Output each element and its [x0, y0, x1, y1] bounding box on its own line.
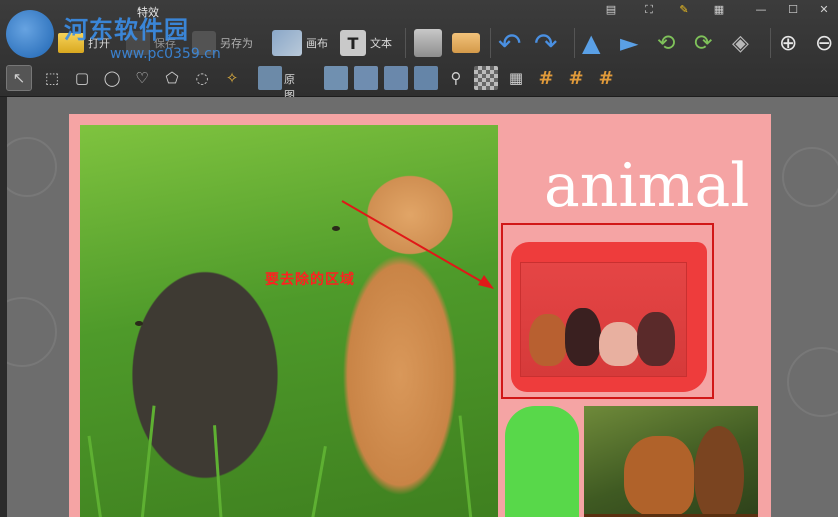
close-button[interactable]: ✕ — [815, 2, 833, 18]
zoom-out-icon: ⊖ — [815, 30, 834, 56]
redo-button[interactable]: ↷ — [534, 26, 557, 60]
main-toolbar: 特效 ▤ ⛶ ✎ ▦ — ☐ ✕ 打开 保存 另存为 画布 T 文本 ↶ ↷ ▲… — [0, 0, 838, 102]
toolbar-separator — [574, 28, 575, 58]
squirrel-photo[interactable] — [584, 406, 758, 517]
redo-icon: ↷ — [534, 26, 558, 60]
background-pattern — [782, 147, 838, 207]
kittens-photo[interactable] — [80, 125, 498, 517]
selection-rectangle[interactable] — [501, 223, 714, 399]
heading-text[interactable]: animal — [544, 151, 749, 221]
save-icon — [126, 31, 150, 55]
magic-wand-icon[interactable]: ✧ — [220, 66, 244, 90]
grass-blade — [213, 425, 223, 517]
hash-3-icon[interactable]: # — [594, 66, 618, 90]
flip-vertical-button[interactable]: ▲ — [582, 26, 600, 60]
palette-icon[interactable]: ▦ — [710, 2, 728, 18]
hash-1-icon[interactable]: # — [534, 66, 558, 90]
rotate-left-button[interactable]: ⟲ — [657, 26, 675, 60]
brush-2-icon[interactable] — [354, 66, 378, 90]
flip-horizontal-button[interactable]: ► — [620, 26, 638, 60]
undo-button[interactable]: ↶ — [498, 26, 521, 60]
printer-icon — [414, 29, 442, 57]
pencil-icon[interactable]: ✎ — [675, 2, 693, 18]
kitten-eye — [332, 226, 340, 231]
background-pattern — [7, 297, 57, 367]
grid-icon[interactable]: ▦ — [504, 66, 528, 90]
kitten-eye — [135, 321, 143, 326]
save-as-button[interactable]: 另存为 — [192, 26, 253, 60]
rect-select-icon[interactable]: ⬚ — [40, 66, 64, 90]
effects-tab[interactable]: 特效 — [137, 4, 159, 20]
flip-horizontal-icon: ► — [620, 29, 639, 57]
toolbar-separator — [405, 28, 406, 58]
background-pattern — [7, 137, 57, 197]
undo-icon: ↶ — [498, 26, 522, 60]
polygon-select-icon[interactable]: ⬠ — [160, 66, 184, 90]
open-button[interactable]: 打开 — [58, 26, 110, 60]
save-button[interactable]: 保存 — [126, 26, 176, 60]
save-as-label: 另存为 — [220, 37, 253, 50]
brush-3-icon[interactable] — [384, 66, 408, 90]
flip-vertical-icon: ▲ — [582, 29, 601, 57]
canvas-button[interactable]: 画布 — [272, 26, 328, 60]
green-rounded-shape[interactable] — [505, 406, 579, 517]
canvas-label: 画布 — [306, 37, 328, 50]
brush-4-icon[interactable] — [414, 66, 438, 90]
rotate-free-icon: ◈ — [732, 30, 749, 56]
hash-2-icon[interactable]: # — [564, 66, 588, 90]
grass-blade — [458, 415, 473, 517]
background-pattern — [787, 347, 838, 417]
lasso-select-icon[interactable]: ◌ — [190, 66, 214, 90]
text-label: 文本 — [370, 37, 392, 50]
grass-blade — [310, 445, 327, 517]
pointer-icon[interactable]: ↖ — [6, 65, 32, 91]
rotate-right-icon: ⟳ — [694, 30, 713, 56]
checkerboard-icon[interactable] — [474, 66, 498, 90]
envelope-icon — [452, 33, 480, 53]
ellipse-select-icon[interactable]: ◯ — [100, 66, 124, 90]
canvas-icon — [272, 30, 302, 56]
rotate-right-button[interactable]: ⟳ — [694, 26, 712, 60]
document-icon[interactable]: ▤ — [602, 2, 620, 18]
toolbar-separator — [770, 28, 771, 58]
zoom-out-button[interactable]: ⊖ — [815, 26, 833, 60]
original-image-icon[interactable] — [258, 66, 282, 90]
email-button[interactable] — [452, 26, 480, 60]
annotation-label: 要去除的区域 — [265, 272, 355, 288]
grass-blade — [140, 405, 156, 517]
rotate-left-icon: ⟲ — [657, 30, 676, 56]
squirrel-body — [624, 436, 694, 516]
zoom-in-button[interactable]: ⊕ — [779, 26, 797, 60]
save-as-icon — [192, 31, 216, 55]
text-tool-icon: T — [340, 30, 366, 56]
toolbar-separator — [490, 28, 491, 58]
zoom-in-icon: ⊕ — [779, 30, 798, 56]
squirrel-tail — [694, 426, 744, 517]
print-button[interactable] — [414, 26, 442, 60]
canvas-area[interactable]: animal 要去除的区域 — [7, 97, 838, 517]
brush-icon[interactable] — [324, 66, 348, 90]
rotate-free-button[interactable]: ◈ — [732, 26, 749, 60]
grass-blade — [87, 435, 103, 517]
save-label: 保存 — [154, 37, 176, 50]
heart-select-icon[interactable]: ♡ — [130, 66, 154, 90]
maximize-button[interactable]: ☐ — [784, 2, 802, 18]
open-label: 打开 — [88, 37, 110, 50]
document-page[interactable]: animal — [69, 114, 771, 517]
minimize-button[interactable]: — — [752, 2, 770, 18]
eye-dropper-icon[interactable]: ⚲ — [444, 66, 468, 90]
rounded-rect-select-icon[interactable]: ▢ — [70, 66, 94, 90]
text-button[interactable]: T 文本 — [340, 26, 392, 60]
fullscreen-icon[interactable]: ⛶ — [640, 2, 658, 18]
folder-icon — [58, 33, 84, 53]
